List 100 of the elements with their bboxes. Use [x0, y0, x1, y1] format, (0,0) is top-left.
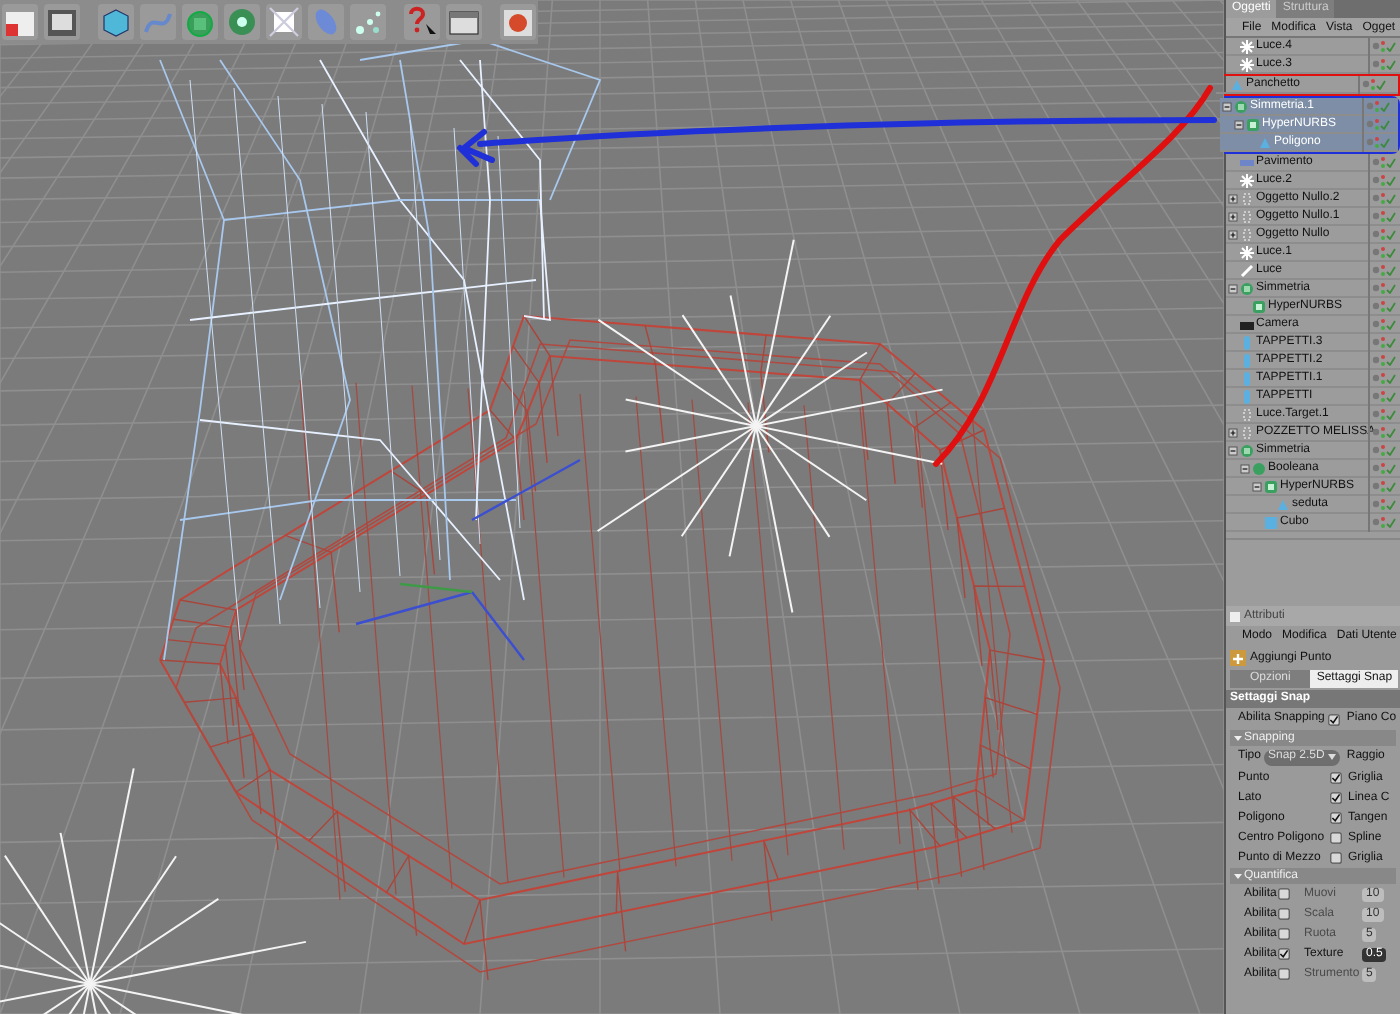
- visibility-dots-icon: [1380, 299, 1386, 313]
- status-dot-icon: [1372, 176, 1380, 184]
- collapse-triangle-icon: [1234, 734, 1242, 742]
- cube-icon: [100, 6, 132, 38]
- toolbar-button[interactable]: [98, 4, 134, 40]
- visibility-dots-icon: [1380, 245, 1386, 259]
- checkbox-icon[interactable]: [1330, 832, 1342, 844]
- status-dot-icon: [1372, 338, 1380, 346]
- visibility-dots-icon: [1380, 335, 1386, 349]
- panel-icon: [1230, 611, 1240, 621]
- deformer-icon: [268, 6, 300, 38]
- collapse-icon[interactable]: [1252, 481, 1262, 491]
- spotlight-icon: [1240, 263, 1254, 277]
- symmetry-icon: [1234, 99, 1248, 113]
- status-dot-icon: [1372, 248, 1380, 256]
- visibility-dots-icon: [1380, 443, 1386, 457]
- toolbar-button[interactable]: [266, 4, 302, 40]
- status-dot-icon: [1362, 80, 1370, 88]
- visibility-dots-icon: [1380, 57, 1386, 71]
- status-dot-icon: [1372, 446, 1380, 454]
- visibility-dots-icon: [1380, 515, 1386, 529]
- checked-checkbox-icon[interactable]: [1328, 713, 1341, 725]
- status-dot-icon: [1372, 410, 1380, 418]
- toolbar-button[interactable]: [404, 4, 440, 40]
- status-dot-icon: [1372, 42, 1380, 50]
- status-dot-icon: [1372, 482, 1380, 490]
- toolbar-button[interactable]: [500, 4, 536, 40]
- camera-icon: [1240, 317, 1254, 331]
- nurbs-icon: [1252, 299, 1266, 313]
- triangle-icon: [1230, 77, 1244, 91]
- status-dot-icon: [1372, 284, 1380, 292]
- visibility-dots-icon: [1380, 407, 1386, 421]
- capsule-icon: [310, 6, 342, 38]
- toolbar-button[interactable]: [446, 4, 482, 40]
- add-point-icon: [1230, 650, 1246, 666]
- expand-icon[interactable]: [1228, 193, 1238, 203]
- triangle-icon: [1276, 497, 1290, 511]
- light-icon: [1240, 57, 1254, 71]
- collapse-icon[interactable]: [1234, 119, 1244, 129]
- collapse-icon[interactable]: [1228, 283, 1238, 293]
- visibility-dots-icon: [1380, 425, 1386, 439]
- expand-icon[interactable]: [1228, 229, 1238, 239]
- nurbs-icon: [1246, 117, 1260, 131]
- checked-checkbox-icon[interactable]: [1330, 772, 1342, 784]
- visibility-dots-icon: [1374, 117, 1380, 131]
- expand-icon[interactable]: [1228, 427, 1238, 437]
- visibility-dots-icon: [1380, 173, 1386, 187]
- help-cursor-icon: [406, 6, 438, 38]
- visibility-dots-icon: [1380, 479, 1386, 493]
- checked-checkbox-icon[interactable]: [1330, 812, 1342, 824]
- symmetry-icon: [1240, 281, 1254, 295]
- nurbs-icon: [1264, 479, 1278, 493]
- visibility-dots-icon: [1380, 227, 1386, 241]
- visibility-dots-icon: [1380, 191, 1386, 205]
- visibility-dots-icon: [1380, 155, 1386, 169]
- visibility-dots-icon: [1370, 77, 1376, 91]
- status-dot-icon: [1372, 500, 1380, 508]
- collapse-icon[interactable]: [1222, 101, 1232, 111]
- visibility-dots-icon: [1380, 317, 1386, 331]
- status-dot-icon: [1372, 374, 1380, 382]
- checkbox-icon[interactable]: [1278, 968, 1290, 980]
- visibility-dots-icon: [1380, 209, 1386, 223]
- toolbar-button[interactable]: [350, 4, 386, 40]
- visibility-dots-icon: [1374, 99, 1380, 113]
- status-dot-icon: [1372, 320, 1380, 328]
- expand-icon[interactable]: [1228, 211, 1238, 221]
- picture-icon: [46, 6, 78, 38]
- toolbar-button[interactable]: [44, 4, 80, 40]
- symmetry-icon: [1240, 443, 1254, 457]
- status-dot-icon: [1372, 212, 1380, 220]
- visibility-dots-icon: [1380, 461, 1386, 475]
- status-dot-icon: [1372, 518, 1380, 526]
- visibility-dots-icon: [1380, 353, 1386, 367]
- visibility-dots-icon: [1380, 497, 1386, 511]
- status-dot-icon: [1372, 158, 1380, 166]
- checked-checkbox-icon[interactable]: [1330, 792, 1342, 804]
- window-icon: [448, 6, 480, 38]
- checkbox-icon[interactable]: [1278, 908, 1290, 920]
- cube-icon: [1264, 515, 1278, 529]
- visibility-dots-icon: [1374, 135, 1380, 149]
- status-dot-icon: [1372, 194, 1380, 202]
- light-icon: [1240, 245, 1254, 259]
- status-dot-icon: [1372, 392, 1380, 400]
- checked-checkbox-icon[interactable]: [1278, 948, 1290, 960]
- collapse-triangle-icon: [1234, 872, 1242, 880]
- light-icon: [1240, 173, 1254, 187]
- status-dot-icon: [1372, 464, 1380, 472]
- checkbox-icon[interactable]: [1330, 852, 1342, 864]
- status-dot-icon: [1366, 138, 1374, 146]
- triangle-icon: [1258, 135, 1272, 149]
- status-dot-icon: [1366, 120, 1374, 128]
- checkbox-icon[interactable]: [1278, 888, 1290, 900]
- collapse-icon[interactable]: [1240, 463, 1250, 473]
- checkbox-icon[interactable]: [1278, 928, 1290, 940]
- status-dot-icon: [1372, 60, 1380, 68]
- visibility-dots-icon: [1380, 39, 1386, 53]
- boolean-icon: [1252, 461, 1266, 475]
- nurbs-icon: [184, 6, 216, 38]
- collapse-icon[interactable]: [1228, 445, 1238, 455]
- status-dot-icon: [1372, 356, 1380, 364]
